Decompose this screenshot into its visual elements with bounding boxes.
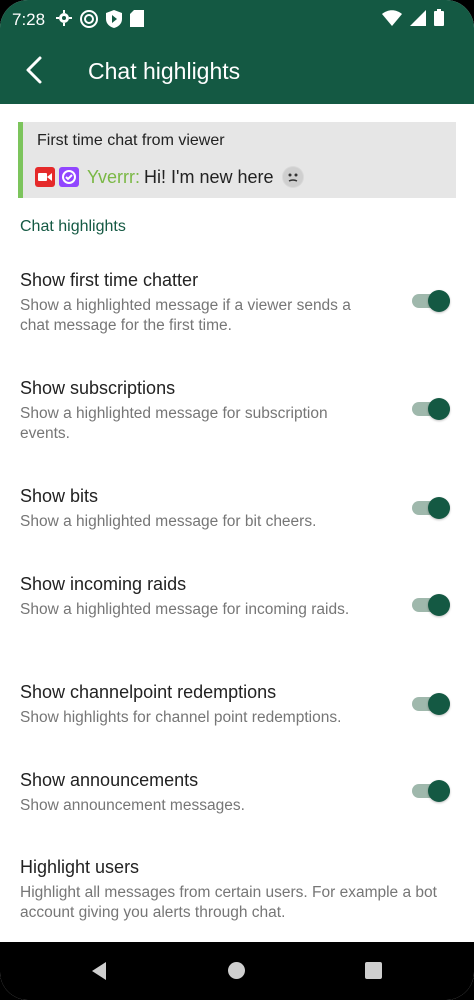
setting-subtitle: Show highlights for channel point redemp…	[20, 709, 342, 726]
spiral-app-icon	[80, 10, 98, 28]
sd-card-icon	[130, 10, 144, 27]
verified-badge-icon	[59, 167, 79, 187]
setting-title: Highlight users	[20, 857, 140, 877]
emote-icon	[281, 166, 304, 188]
setting-title: Show bits	[20, 486, 99, 506]
setting-title: Show announcements	[20, 770, 199, 790]
setting-subtitle: Show announcement messages.	[20, 797, 245, 814]
setting-subtitle: Show a highlighted message for bit cheer…	[20, 513, 317, 530]
setting-title: Show channelpoint redemptions	[20, 682, 277, 702]
preview-header: First time chat from viewer	[37, 132, 225, 149]
system-nav-bar	[0, 942, 474, 1000]
subscriptions-toggle[interactable]	[412, 398, 452, 420]
bits-toggle[interactable]	[412, 497, 452, 519]
announcements-toggle[interactable]	[412, 780, 452, 802]
device-screen: 7:28 Chat highlights First time chat fro…	[0, 0, 474, 1000]
setting-subtitle: Show a highlighted message for subscript…	[20, 405, 328, 442]
channelpoint-redemptions-toggle[interactable]	[412, 693, 452, 715]
battery-icon	[434, 9, 444, 26]
top-app-bar: 7:28 Chat highlights	[0, 0, 474, 104]
preview-message: Yverrr: Hi! I'm new here	[35, 166, 304, 188]
setting-title: Show incoming raids	[20, 574, 187, 594]
setting-subtitle: Show a highlighted message if a viewer s…	[20, 297, 351, 334]
signal-icon	[410, 9, 426, 26]
back-arrow-icon[interactable]	[20, 54, 52, 86]
settings-gear-icon	[56, 10, 72, 26]
broadcaster-badge-icon	[35, 167, 55, 187]
setting-subtitle: Highlight all messages from certain user…	[20, 884, 437, 921]
highlight-preview: First time chat from viewer Yverrr: Hi! …	[18, 122, 456, 198]
shield-play-icon	[106, 10, 122, 28]
app-bar: Chat highlights	[0, 38, 474, 104]
wifi-icon	[382, 9, 402, 26]
first-time-chatter-toggle[interactable]	[412, 290, 452, 312]
setting-subtitle: Show a highlighted message for incoming …	[20, 601, 350, 618]
nav-back-icon[interactable]	[90, 961, 108, 981]
chat-username: Yverrr:	[87, 166, 141, 187]
section-header: Chat highlights	[20, 218, 126, 235]
status-bar: 7:28	[0, 0, 474, 38]
page-title: Chat highlights	[88, 58, 241, 84]
setting-title: Show first time chatter	[20, 270, 199, 290]
incoming-raids-toggle[interactable]	[412, 594, 452, 616]
setting-title: Show subscriptions	[20, 378, 176, 398]
nav-home-icon[interactable]	[228, 962, 245, 979]
chat-message: Hi! I'm new here	[144, 166, 274, 187]
nav-recents-icon[interactable]	[365, 962, 382, 979]
status-time: 7:28	[12, 10, 46, 29]
